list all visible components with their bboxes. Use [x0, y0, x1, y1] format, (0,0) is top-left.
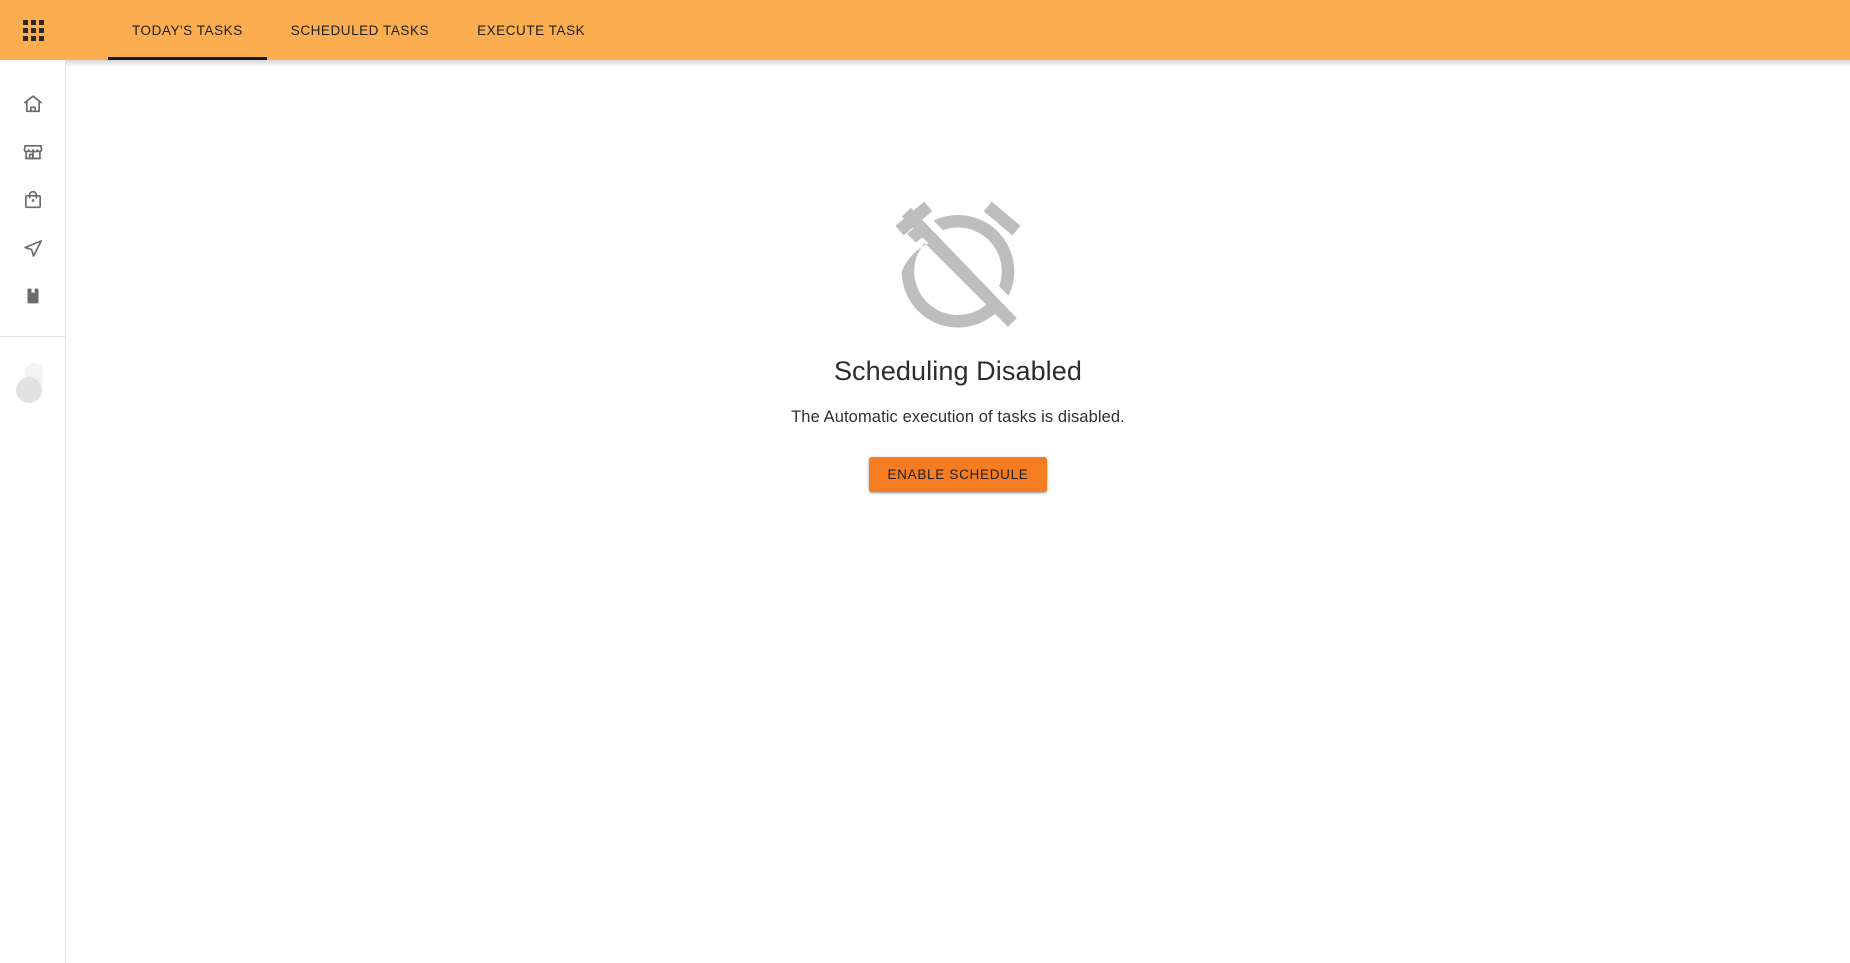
apps-grid-icon — [22, 19, 44, 41]
sidebar-item-catalog[interactable] — [0, 272, 66, 320]
tab-bar: TODAY'S TASKS SCHEDULED TASKS EXECUTE TA… — [108, 0, 609, 60]
enable-schedule-button[interactable]: ENABLE SCHEDULE — [869, 457, 1047, 493]
apps-menu-button[interactable] — [0, 0, 66, 60]
sidebar-item-store[interactable] — [0, 128, 66, 176]
navigation-send-icon — [22, 237, 44, 259]
sidebar-avatar-group — [0, 337, 65, 403]
avatar-head-shape — [15, 377, 42, 403]
top-app-bar: TODAY'S TASKS SCHEDULED TASKS EXECUTE TA… — [0, 0, 1850, 60]
empty-state-scheduling-disabled: Scheduling Disabled The Automatic execut… — [66, 190, 1850, 493]
sidebar-item-orders[interactable] — [0, 176, 66, 224]
page-title: Scheduling Disabled — [833, 356, 1083, 386]
alarm-off-icon — [883, 190, 1033, 340]
sidebar-item-home[interactable] — [0, 80, 66, 128]
tab-todays-tasks[interactable]: TODAY'S TASKS — [108, 0, 267, 60]
storefront-icon — [22, 141, 44, 163]
sidebar-item-deliveries[interactable] — [0, 224, 66, 272]
empty-state-subtitle: The Automatic execution of tasks is disa… — [791, 408, 1125, 427]
avatar[interactable] — [15, 363, 50, 403]
sidebar-nav-group — [0, 60, 65, 337]
tab-scheduled-tasks[interactable]: SCHEDULED TASKS — [267, 0, 453, 60]
shopping-bag-icon — [22, 189, 44, 211]
home-icon — [22, 93, 44, 115]
bookmark-book-icon — [22, 285, 44, 307]
tab-execute-task[interactable]: EXECUTE TASK — [453, 0, 609, 60]
main-content: Scheduling Disabled The Automatic execut… — [66, 60, 1850, 963]
left-sidebar — [0, 60, 66, 963]
app-root: TODAY'S TASKS SCHEDULED TASKS EXECUTE TA… — [0, 0, 1850, 963]
